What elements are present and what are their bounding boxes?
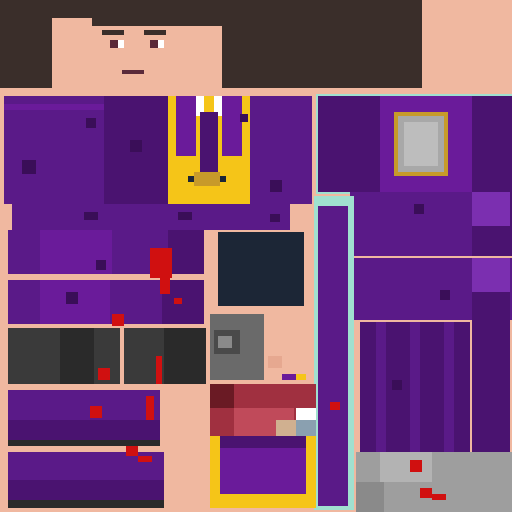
badge-right-dot: [220, 176, 226, 182]
jacket-belt-row: [12, 204, 290, 230]
arm-blood-4: [174, 298, 182, 304]
vertical-strip-blood: [330, 402, 340, 410]
gray-block-core: [218, 336, 232, 348]
sleeve-right-stripe-3: [444, 322, 454, 452]
boot-blood-3: [432, 494, 446, 500]
jacket-shadow-1: [22, 160, 36, 174]
texture-speck-3: [414, 204, 424, 214]
sleeve-right-light: [472, 192, 510, 226]
left-eye: [110, 40, 118, 48]
jacket-belt-dot-1: [84, 212, 98, 220]
skin-top-right: [422, 0, 512, 88]
sleeve-right-edge: [472, 292, 510, 452]
left-eyebrow: [102, 30, 124, 35]
jacket-shadow-2: [130, 140, 142, 152]
badge-gold: [194, 172, 220, 186]
glove-divider: [120, 328, 124, 384]
face-skin: [92, 18, 222, 88]
jacket-belt-dot-2: [178, 212, 192, 220]
sleeve-right-light-2: [472, 258, 510, 292]
glove-dark-1: [60, 328, 94, 384]
mouth: [122, 70, 144, 74]
boot-gray-light: [380, 452, 432, 482]
leg-blood-2: [146, 396, 154, 420]
right-eye-white: [158, 40, 164, 48]
collar-left-purple: [176, 96, 196, 156]
skin-texture-atlas: [0, 0, 512, 512]
hair-dark-right-strip: [380, 40, 422, 88]
gold-box-inner-dark: [220, 436, 306, 448]
red-cloth-blue: [296, 420, 316, 436]
glove-blood-drip: [156, 356, 162, 384]
jacket-left-panel: [4, 96, 104, 204]
boot-blood-1: [410, 460, 422, 472]
jacket-left-stripe: [4, 104, 104, 110]
small-skin-patch: [268, 356, 282, 368]
red-cloth-dark-1: [210, 384, 234, 408]
arm-blood-2: [160, 276, 170, 294]
small-purple-dot: [282, 374, 296, 380]
red-cloth-tan: [276, 420, 296, 436]
boot-gray-dark: [356, 482, 384, 512]
arm-blood-1: [150, 248, 172, 278]
jacket-shadow-3: [270, 180, 282, 192]
leg-blood-4: [138, 456, 152, 462]
arm-row-1-dark: [168, 230, 204, 274]
right-eyebrow: [144, 30, 166, 35]
sleeve-right-stripe-1: [376, 322, 386, 452]
left-eye-white: [118, 40, 124, 48]
navy-block: [218, 232, 304, 306]
hair-fringe: [92, 18, 222, 26]
tie: [200, 112, 218, 172]
badge-left-dot: [188, 176, 194, 182]
face-skin-side: [52, 18, 92, 88]
leg-hem-2: [8, 500, 164, 508]
leg-blood-3: [126, 446, 138, 456]
arm-shadow-2: [96, 260, 106, 270]
jacket-belt-dot-3: [270, 214, 280, 222]
texture-speck-1: [240, 114, 248, 122]
vertical-strip: [318, 206, 348, 506]
leg-blood-1: [90, 406, 102, 418]
arm-blood-3: [112, 314, 124, 326]
right-eye: [150, 40, 158, 48]
boot-blood-2: [420, 488, 432, 498]
red-cloth-white: [296, 408, 316, 420]
sleeve-right-stripe-a: [350, 192, 472, 256]
sleeve-right-stripe-2: [410, 322, 420, 452]
texture-speck-4: [440, 290, 450, 300]
collar-right-purple: [222, 96, 242, 156]
glove-blood: [98, 368, 110, 380]
texture-speck-2: [86, 118, 96, 128]
small-gold-dot: [296, 374, 306, 380]
glove-dark-2: [164, 328, 206, 384]
back-emblem-shade: [404, 122, 438, 166]
texture-speck-5: [392, 380, 402, 390]
arm-shadow-1: [66, 292, 78, 304]
